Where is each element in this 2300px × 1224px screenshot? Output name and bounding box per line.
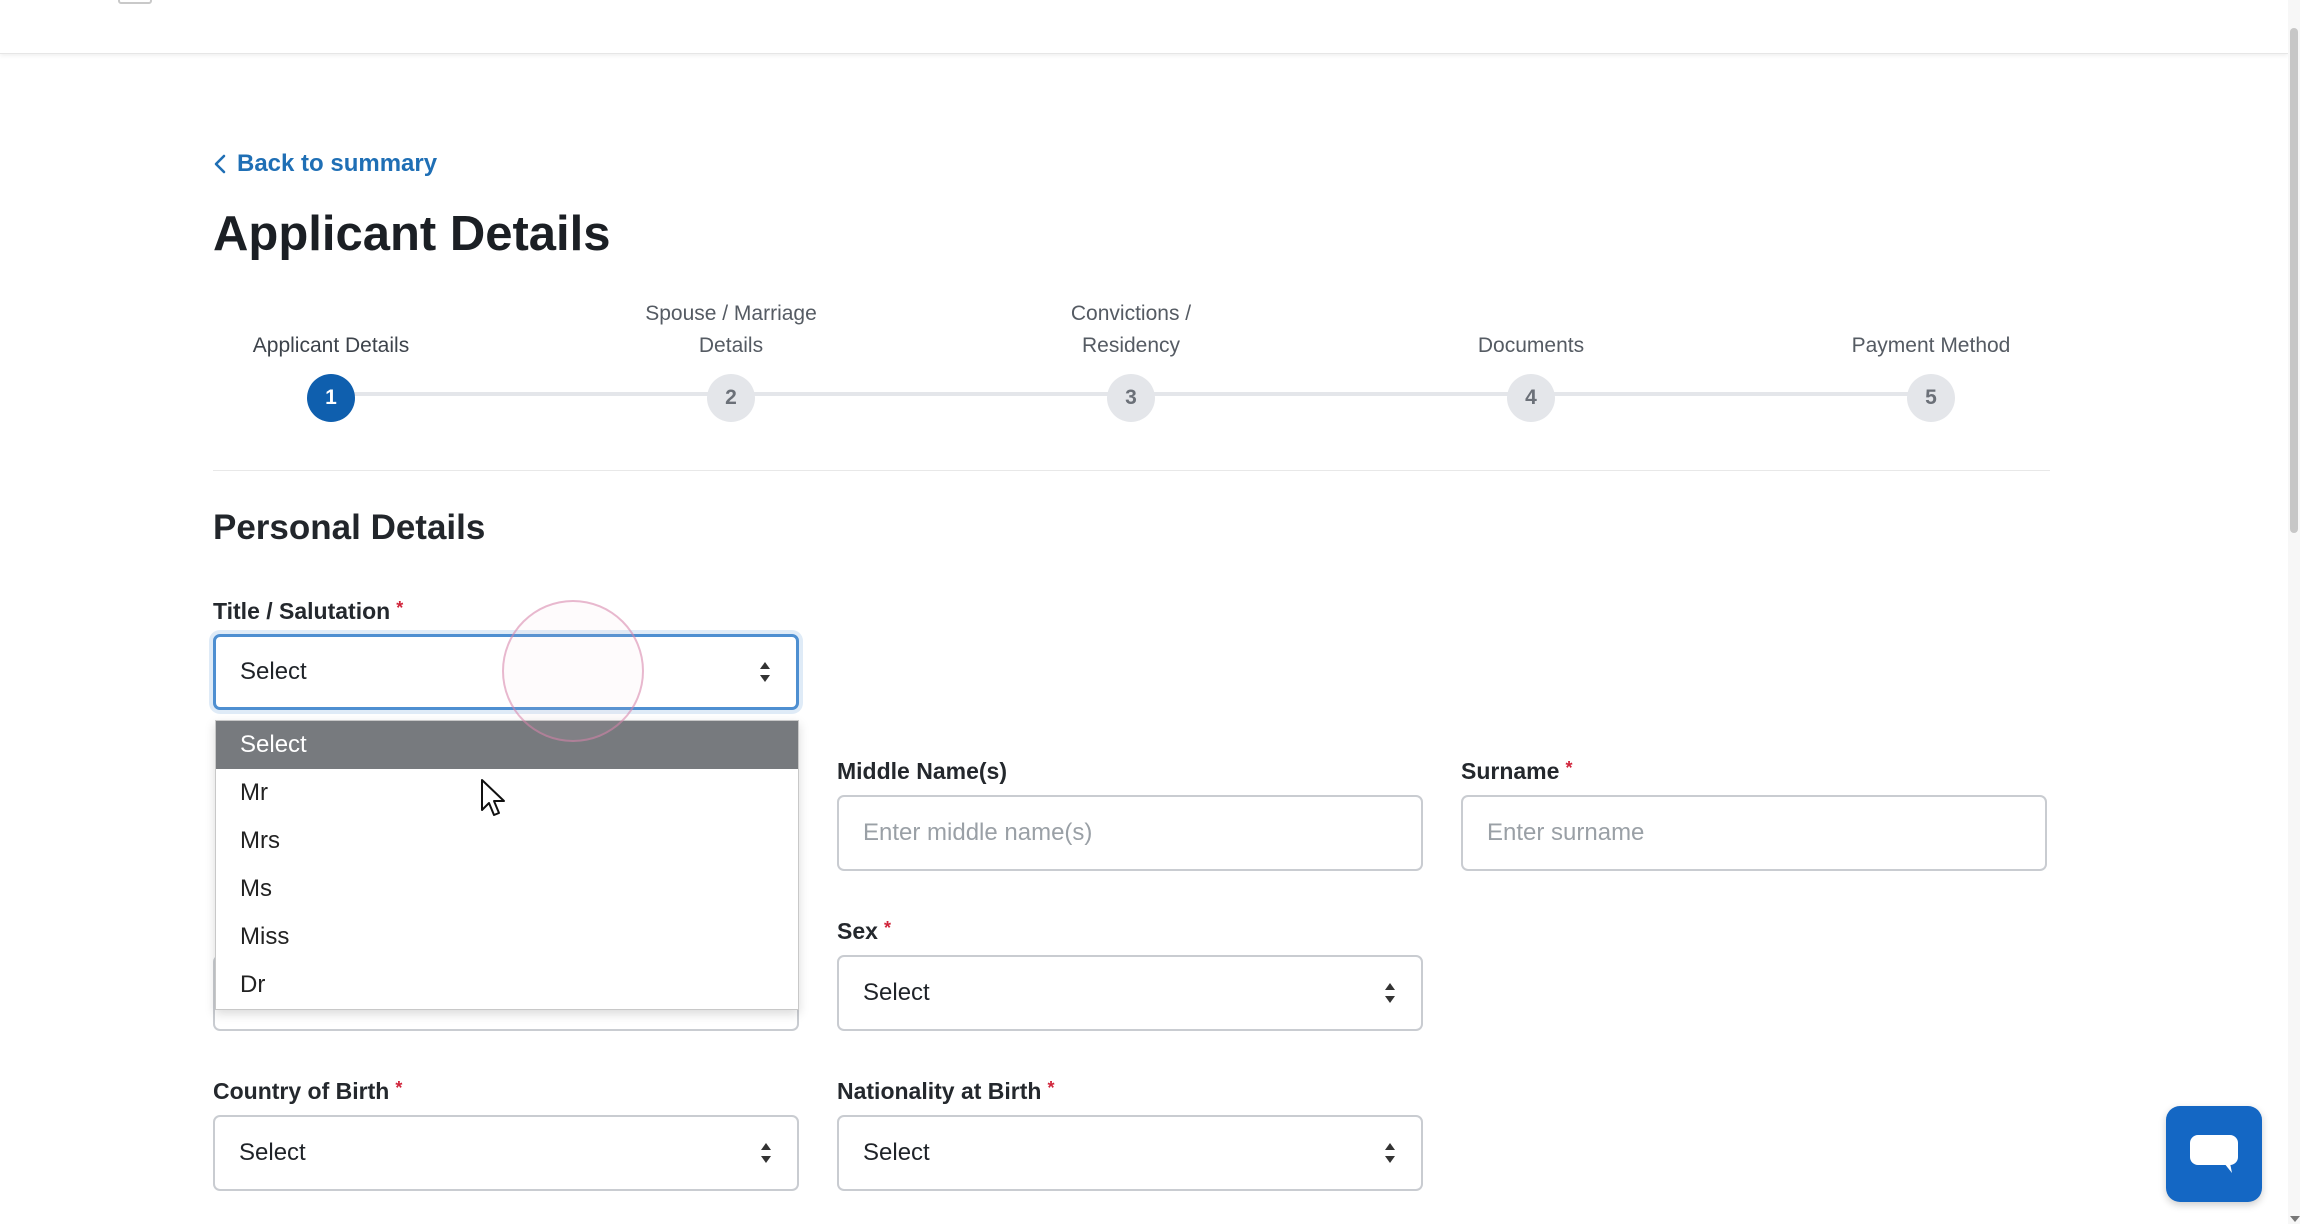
field-label-text: Country of Birth bbox=[213, 1078, 390, 1104]
select-value: Select bbox=[863, 979, 930, 1006]
step-number-badge: 1 bbox=[307, 374, 355, 422]
sort-updown-icon bbox=[1385, 1143, 1395, 1163]
select-value: Select bbox=[240, 658, 307, 685]
field-label-text: Surname bbox=[1461, 758, 1560, 784]
logo-icon bbox=[118, 0, 152, 4]
sex-label: Sex * bbox=[837, 918, 891, 945]
chat-bubble-icon bbox=[2190, 1135, 2238, 1173]
select-value: Select bbox=[863, 1139, 930, 1166]
page-scrollbar[interactable] bbox=[2288, 0, 2300, 1224]
required-marker: * bbox=[396, 598, 404, 618]
mouse-cursor-icon bbox=[481, 779, 505, 816]
page-title: Applicant Details bbox=[213, 207, 611, 261]
step-1[interactable]: Applicant Details 1 bbox=[201, 298, 461, 422]
required-marker: * bbox=[1047, 1078, 1055, 1098]
top-bar bbox=[0, 0, 2288, 54]
step-label: Convictions / Residency bbox=[1070, 302, 1192, 357]
step-3[interactable]: Convictions / Residency 3 bbox=[1001, 298, 1261, 422]
chevron-left-icon bbox=[214, 154, 226, 174]
scroll-down-arrow-icon[interactable] bbox=[2290, 1216, 2300, 1222]
option-select[interactable]: Select bbox=[216, 721, 798, 769]
middle-name-label: Middle Name(s) bbox=[837, 758, 1007, 785]
surname-input[interactable]: Enter surname bbox=[1461, 795, 2047, 871]
step-number-badge: 2 bbox=[707, 374, 755, 422]
scrollbar-thumb[interactable] bbox=[2290, 28, 2298, 533]
back-to-summary-link[interactable]: Back to summary bbox=[213, 150, 437, 178]
title-salutation-label: Title / Salutation * bbox=[213, 598, 403, 625]
sort-updown-icon bbox=[760, 662, 770, 682]
sort-updown-icon bbox=[761, 1143, 771, 1163]
option-ms[interactable]: Ms bbox=[216, 865, 798, 913]
step-4[interactable]: Documents 4 bbox=[1401, 298, 1661, 422]
page: Back to summary Applicant Details Applic… bbox=[0, 0, 2300, 1224]
sex-select[interactable]: Select bbox=[837, 955, 1423, 1031]
title-salutation-options: Select Mr Mrs Ms Miss Dr bbox=[215, 720, 799, 1010]
select-value: Select bbox=[239, 1139, 306, 1166]
step-number-badge: 4 bbox=[1507, 374, 1555, 422]
step-number-badge: 5 bbox=[1907, 374, 1955, 422]
required-marker: * bbox=[395, 1078, 403, 1098]
sort-updown-icon bbox=[1385, 983, 1395, 1003]
option-dr[interactable]: Dr bbox=[216, 961, 798, 1009]
input-placeholder: Enter middle name(s) bbox=[863, 819, 1093, 846]
step-2[interactable]: Spouse / Marriage Details 2 bbox=[601, 298, 861, 422]
section-divider bbox=[213, 470, 2050, 471]
country-of-birth-label: Country of Birth * bbox=[213, 1078, 402, 1105]
required-marker: * bbox=[883, 918, 891, 938]
step-label: Spouse / Marriage Details bbox=[645, 302, 817, 357]
step-5[interactable]: Payment Method 5 bbox=[1801, 298, 2061, 422]
progress-stepper: Applicant Details 1 Spouse / Marriage De… bbox=[213, 298, 2050, 428]
field-label-text: Middle Name(s) bbox=[837, 758, 1007, 784]
click-indicator bbox=[502, 600, 644, 742]
field-label-text: Sex bbox=[837, 918, 878, 944]
middle-name-input[interactable]: Enter middle name(s) bbox=[837, 795, 1423, 871]
back-link-label: Back to summary bbox=[237, 150, 438, 177]
required-marker: * bbox=[1565, 758, 1573, 778]
section-title: Personal Details bbox=[213, 508, 486, 547]
step-label: Payment Method bbox=[1851, 334, 2011, 357]
chat-button[interactable] bbox=[2166, 1106, 2262, 1202]
nationality-at-birth-label: Nationality at Birth * bbox=[837, 1078, 1054, 1105]
input-placeholder: Enter surname bbox=[1487, 819, 1645, 846]
nationality-at-birth-select[interactable]: Select bbox=[837, 1115, 1423, 1191]
step-number-badge: 3 bbox=[1107, 374, 1155, 422]
surname-label: Surname * bbox=[1461, 758, 1572, 785]
field-label-text: Title / Salutation bbox=[213, 598, 391, 624]
step-label: Documents bbox=[1477, 334, 1585, 357]
field-label-text: Nationality at Birth bbox=[837, 1078, 1042, 1104]
option-mrs[interactable]: Mrs bbox=[216, 817, 798, 865]
country-of-birth-select[interactable]: Select bbox=[213, 1115, 799, 1191]
option-miss[interactable]: Miss bbox=[216, 913, 798, 961]
step-label: Applicant Details bbox=[252, 334, 410, 357]
